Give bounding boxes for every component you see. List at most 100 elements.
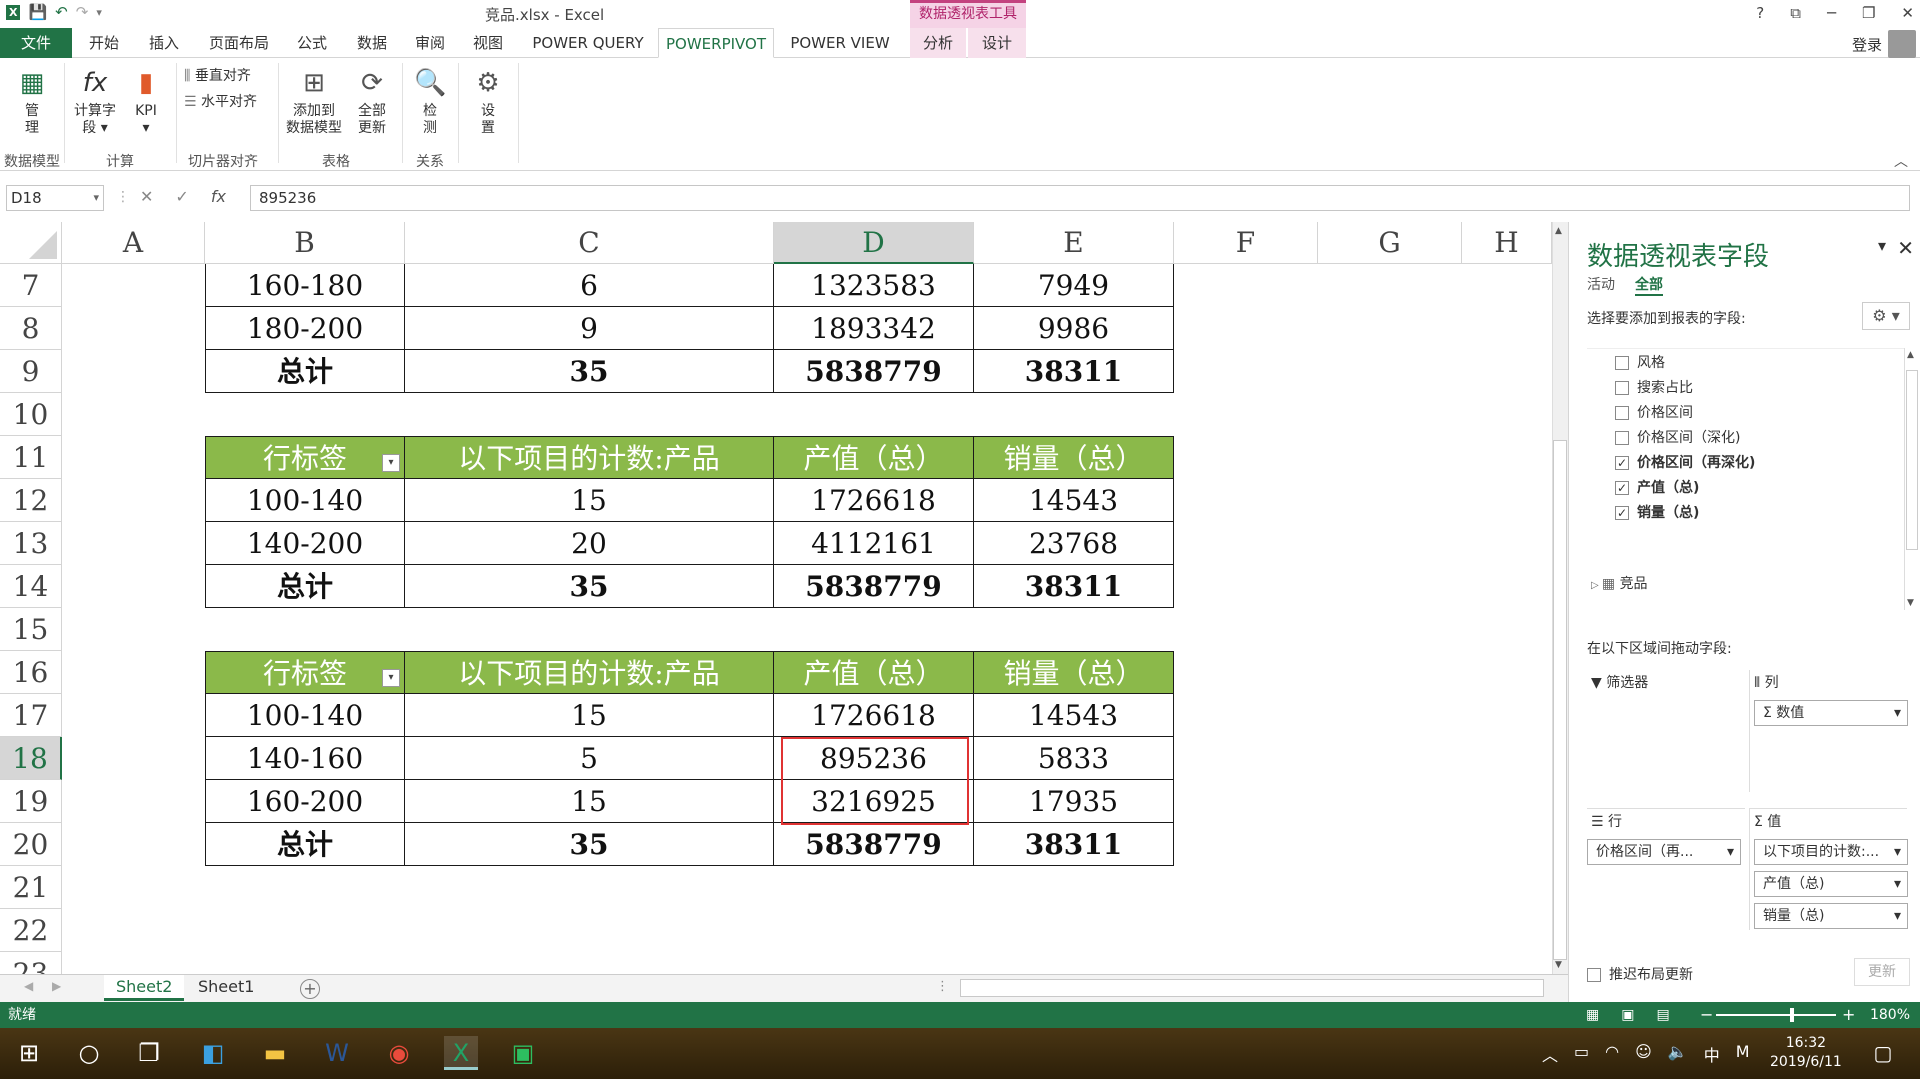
tab-formulas[interactable]: 公式 — [292, 28, 332, 58]
table-cell[interactable]: 160-200 — [205, 780, 405, 823]
defer-checkbox[interactable] — [1587, 968, 1601, 982]
row-header-23[interactable]: 23 — [0, 952, 62, 974]
wifi-icon[interactable]: ◠ — [1605, 1042, 1619, 1066]
tab-data[interactable]: 数据 — [352, 28, 392, 58]
tab-review[interactable]: 审阅 — [410, 28, 450, 58]
update-button[interactable]: 更新 — [1854, 958, 1910, 986]
tab-power-query[interactable]: POWER QUERY — [528, 28, 648, 58]
values-area[interactable]: Σ 值 以下项目的计数:... 产值（总) 销量（总) — [1749, 808, 1908, 930]
add-sheet-button[interactable]: + — [300, 979, 320, 999]
kpi-button[interactable]: ▮ KPI ▾ — [128, 67, 164, 137]
tab-power-view[interactable]: POWER VIEW — [786, 28, 894, 58]
field-item[interactable]: 价格区间 — [1615, 401, 1693, 425]
pivot-header-cell[interactable]: 产值（总） — [774, 651, 974, 694]
tab-analyze[interactable]: 分析 — [910, 28, 966, 58]
table-cell[interactable]: 15 — [405, 479, 774, 522]
pivot-header-cell[interactable]: 销量（总） — [974, 436, 1174, 479]
settings-button[interactable]: ⚙ 设 置 — [468, 67, 508, 137]
table-cell[interactable]: 38311 — [974, 350, 1174, 393]
detect-button[interactable]: 🔍 检 测 — [410, 67, 450, 137]
refresh-all-button[interactable]: ⟳ 全部 更新 — [352, 67, 392, 137]
qq-icon[interactable]: ☺ — [1635, 1042, 1652, 1066]
table-cell[interactable]: 100-140 — [205, 479, 405, 522]
pivot-header-cell[interactable]: 行标签 ▾ — [205, 651, 405, 694]
table-cell[interactable]: 140-200 — [205, 522, 405, 565]
zoom-level[interactable]: 180% — [1870, 1002, 1910, 1028]
column-header-f[interactable]: F — [1174, 222, 1318, 264]
pane-settings-button[interactable]: ⚙ ▾ — [1862, 302, 1910, 330]
table-cell[interactable]: 9 — [405, 307, 774, 350]
row-header-12[interactable]: 12 — [0, 479, 62, 522]
table-cell[interactable]: 35 — [405, 823, 774, 866]
row-header-21[interactable]: 21 — [0, 866, 62, 909]
row-header-17[interactable]: 17 — [0, 694, 62, 737]
table-cell[interactable]: 5838779 — [774, 350, 974, 393]
zoom-out-button[interactable]: − — [1700, 1002, 1713, 1028]
pane-menu-icon[interactable]: ▾ — [1878, 236, 1886, 255]
filters-area[interactable]: ▼ 筛选器 — [1587, 670, 1745, 792]
table-cell[interactable]: 17935 — [974, 780, 1174, 823]
column-header-d[interactable]: D — [774, 222, 974, 264]
column-header-g[interactable]: G — [1318, 222, 1462, 264]
name-box[interactable]: D18 ▾ — [6, 185, 104, 211]
field-checkbox[interactable] — [1615, 381, 1629, 395]
table-cell[interactable]: 100-140 — [205, 694, 405, 737]
row-header-22[interactable]: 22 — [0, 909, 62, 952]
row-header-8[interactable]: 8 — [0, 307, 62, 350]
table-cell[interactable]: 14543 — [974, 694, 1174, 737]
horizontal-align-button[interactable]: ☰ 水平对齐 — [184, 91, 257, 111]
table-cell[interactable]: 5838779 — [774, 565, 974, 608]
worksheet-grid[interactable]: ABCDEFGH 7 8 9 10 11 12 13 14 15 16 17 18 19 20 21 22 23… — [0, 222, 1552, 974]
pivot-header-cell[interactable]: 以下项目的计数:产品 — [405, 651, 774, 694]
tab-page-layout[interactable]: 页面布局 — [204, 28, 274, 58]
formula-input[interactable]: 895236 — [250, 185, 1910, 211]
sheet-next-icon[interactable]: ▶ — [52, 979, 61, 993]
table-cell[interactable]: 35 — [405, 350, 774, 393]
cancel-formula-button[interactable]: ✕ — [140, 187, 153, 206]
table-cell[interactable]: 180-200 — [205, 307, 405, 350]
field-list-scroll-thumb[interactable] — [1906, 370, 1918, 550]
pivot-header-cell[interactable]: 行标签 ▾ — [205, 436, 405, 479]
ime-mode-indicator[interactable]: M — [1736, 1042, 1750, 1066]
table-cell[interactable]: 35 — [405, 565, 774, 608]
row-header-16[interactable]: 16 — [0, 651, 62, 694]
table-cell[interactable]: 20 — [405, 522, 774, 565]
tab-insert[interactable]: 插入 — [144, 28, 184, 58]
green-app-icon[interactable]: ▣ — [506, 1036, 540, 1070]
sheet-prev-icon[interactable]: ◀ — [24, 979, 33, 993]
sign-in-link[interactable]: 登录 — [1852, 34, 1882, 55]
vertical-scroll-thumb[interactable] — [1553, 440, 1567, 960]
pivot-header-cell[interactable]: 产值（总） — [774, 436, 974, 479]
chrome-icon[interactable]: ◉ — [382, 1036, 416, 1070]
table-cell[interactable]: 5838779 — [774, 823, 974, 866]
clock[interactable]: 16:32 2019/6/11 — [1770, 1034, 1842, 1072]
save-icon[interactable]: 💾 — [28, 3, 47, 21]
filter-dropdown-icon[interactable]: ▾ — [382, 669, 400, 687]
field-checkbox[interactable]: ✓ — [1615, 506, 1629, 520]
field-item[interactable]: ✓ 销量（总) — [1615, 501, 1699, 525]
battery-icon[interactable]: ▭ — [1574, 1042, 1589, 1066]
table-cell[interactable]: 15 — [405, 694, 774, 737]
ribbon-display-icon[interactable]: ⧉ — [1790, 4, 1801, 22]
table-cell[interactable]: 总计 — [205, 565, 405, 608]
column-header-b[interactable]: B — [205, 222, 405, 264]
field-list-scrollbar[interactable]: ▲ ▼ — [1904, 348, 1918, 610]
maximize-button[interactable]: ❐ — [1862, 4, 1875, 22]
filter-dropdown-icon[interactable]: ▾ — [382, 454, 400, 472]
tab-all[interactable]: 全部 — [1635, 274, 1663, 296]
search-icon[interactable]: ○ — [72, 1036, 106, 1070]
tab-view[interactable]: 视图 — [468, 28, 508, 58]
tab-file[interactable]: 文件 — [0, 28, 72, 58]
columns-area[interactable]: ⦀ 列 Σ 数值 — [1749, 670, 1908, 792]
row-header-11[interactable]: 11 — [0, 436, 62, 479]
customize-qat-icon[interactable]: ▾ — [96, 6, 102, 19]
table-cell[interactable]: 15 — [405, 780, 774, 823]
table-cell[interactable]: 总计 — [205, 350, 405, 393]
word-icon[interactable]: W — [320, 1036, 354, 1070]
manage-button[interactable]: ▦ 管 理 — [10, 67, 54, 137]
table-cell[interactable]: 6 — [405, 264, 774, 307]
table-node[interactable]: ▷ ▦ 竞品 — [1591, 573, 1648, 593]
zoom-in-button[interactable]: + — [1842, 1002, 1855, 1028]
row-header-15[interactable]: 15 — [0, 608, 62, 651]
select-all-corner[interactable] — [0, 222, 62, 264]
